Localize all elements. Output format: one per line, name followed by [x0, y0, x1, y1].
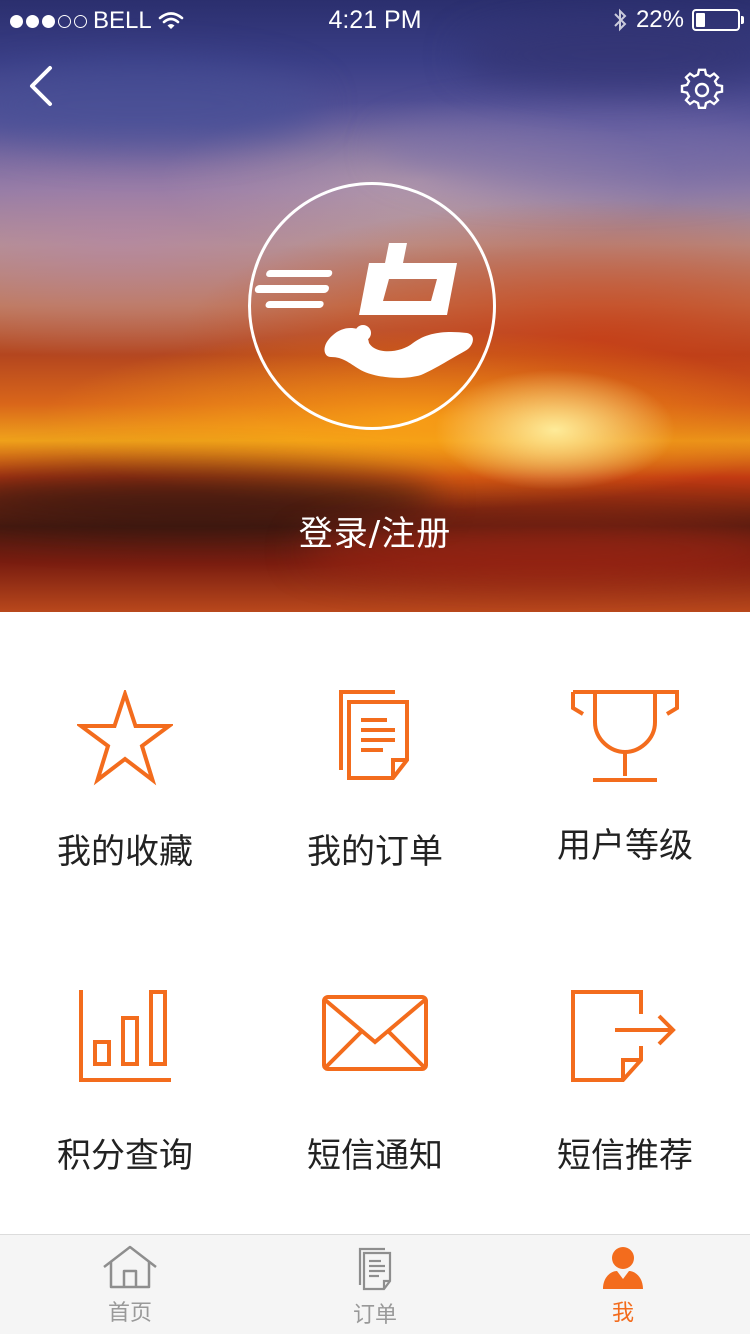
menu-item-label: 用户等级	[557, 826, 693, 866]
menu-item-label: 短信推荐	[557, 1136, 693, 1176]
document-icon	[339, 690, 409, 780]
menu-item-orders[interactable]: 我的订单	[250, 612, 500, 912]
bar-chart-icon	[79, 990, 171, 1082]
tab-me[interactable]: 我	[498, 1235, 748, 1335]
battery-percent: 22%	[635, 6, 684, 33]
menu-item-sms-recommend[interactable]: 短信推荐	[500, 912, 750, 1212]
tab-bar: 首页 订单 我	[0, 1234, 750, 1334]
tab-orders[interactable]: 订单	[250, 1235, 500, 1335]
avatar[interactable]	[248, 182, 496, 430]
back-button[interactable]	[22, 62, 62, 110]
tab-home[interactable]: 首页	[5, 1235, 255, 1335]
menu-item-label: 短信通知	[307, 1136, 443, 1176]
menu-item-favorites[interactable]: 我的收藏	[0, 612, 250, 912]
tab-label: 订单	[352, 1303, 397, 1328]
gear-icon	[680, 68, 724, 109]
settings-button[interactable]	[680, 68, 724, 112]
menu-item-label: 我的订单	[307, 832, 443, 872]
profile-header: BELL 4:21 PM 22% 登录/注册	[0, 0, 750, 612]
bluetooth-icon	[614, 8, 627, 32]
star-icon	[77, 690, 173, 786]
share-export-icon	[571, 990, 676, 1082]
home-icon	[103, 1245, 157, 1289]
cloud-decoration	[380, 110, 750, 190]
menu-grid: 我的收藏 我的订单 用户等级 积分查询 短信通知 短信推荐	[0, 612, 750, 1234]
status-bar: BELL 4:21 PM 22%	[0, 0, 750, 40]
envelope-icon	[322, 995, 428, 1071]
dian-logo-icon	[254, 243, 473, 378]
tab-label: 首页	[107, 1301, 152, 1326]
status-right: 22%	[612, 6, 744, 34]
battery-icon	[692, 9, 744, 31]
menu-item-user-level[interactable]: 用户等级	[500, 612, 750, 912]
user-icon	[603, 1247, 643, 1289]
trophy-icon	[571, 690, 679, 782]
menu-item-points-query[interactable]: 积分查询	[0, 912, 250, 1212]
order-icon	[358, 1247, 392, 1291]
login-register-link[interactable]: 登录/注册	[0, 506, 750, 555]
chevron-left-icon	[30, 66, 52, 106]
tab-label: 我	[611, 1301, 634, 1326]
menu-item-label: 我的收藏	[57, 832, 193, 872]
menu-item-sms-notify[interactable]: 短信通知	[250, 912, 500, 1212]
menu-item-label: 积分查询	[57, 1136, 193, 1176]
